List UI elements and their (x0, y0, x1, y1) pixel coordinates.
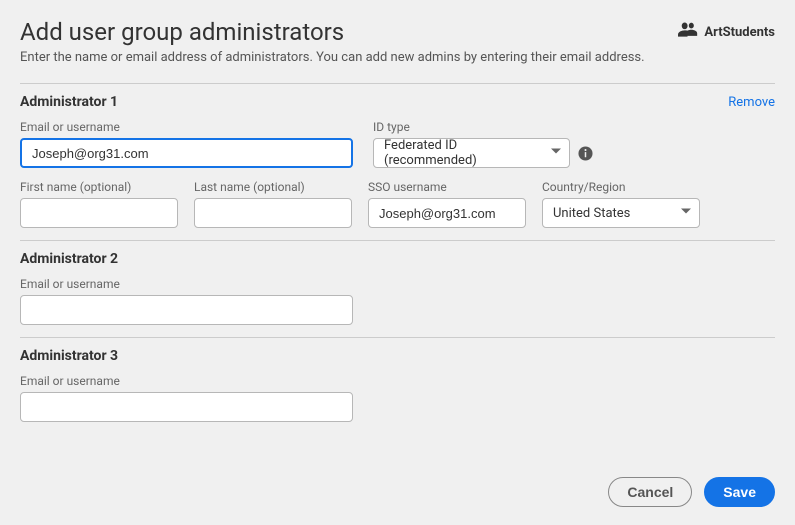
group-badge: ArtStudents (678, 22, 775, 42)
divider (20, 337, 775, 338)
email-label: Email or username (20, 277, 353, 291)
sso-input[interactable] (368, 198, 526, 228)
divider (20, 240, 775, 241)
idtype-label: ID type (373, 120, 621, 134)
chevron-down-icon (681, 206, 691, 221)
sso-label: SSO username (368, 180, 526, 194)
firstname-label: First name (optional) (20, 180, 178, 194)
idtype-select[interactable]: Federated ID (recommended) (373, 138, 570, 168)
email-label: Email or username (20, 374, 353, 388)
email-input[interactable] (20, 392, 353, 422)
cancel-button[interactable]: Cancel (608, 477, 692, 507)
admin3-title: Administrator 3 (20, 348, 118, 364)
divider (20, 83, 775, 84)
idtype-selected: Federated ID (recommended) (384, 138, 541, 168)
email-label: Email or username (20, 120, 353, 134)
dialog-title: Add user group administrators (20, 18, 344, 46)
save-button[interactable]: Save (704, 477, 775, 507)
group-name: ArtStudents (704, 25, 775, 40)
dialog-add-user-group-admins: Add user group administrators ArtStudent… (0, 0, 795, 525)
dialog-header: Add user group administrators ArtStudent… (20, 18, 775, 46)
admin2-title: Administrator 2 (20, 251, 118, 267)
admin1-title: Administrator 1 (20, 94, 118, 110)
chevron-down-icon (551, 146, 561, 161)
remove-link[interactable]: Remove (728, 95, 775, 110)
info-icon[interactable] (578, 145, 593, 161)
admin2-header: Administrator 2 (20, 251, 775, 267)
admin3-header: Administrator 3 (20, 348, 775, 364)
email-input[interactable] (20, 138, 353, 168)
dialog-subtitle: Enter the name or email address of admin… (20, 50, 775, 65)
email-input[interactable] (20, 295, 353, 325)
region-label: Country/Region (542, 180, 700, 194)
firstname-input[interactable] (20, 198, 178, 228)
users-icon (678, 22, 698, 42)
region-select[interactable]: United States (542, 198, 700, 228)
region-selected: United States (553, 206, 630, 221)
admin1-header: Administrator 1 Remove (20, 94, 775, 110)
lastname-input[interactable] (194, 198, 352, 228)
dialog-footer: Cancel Save (608, 477, 775, 507)
lastname-label: Last name (optional) (194, 180, 352, 194)
